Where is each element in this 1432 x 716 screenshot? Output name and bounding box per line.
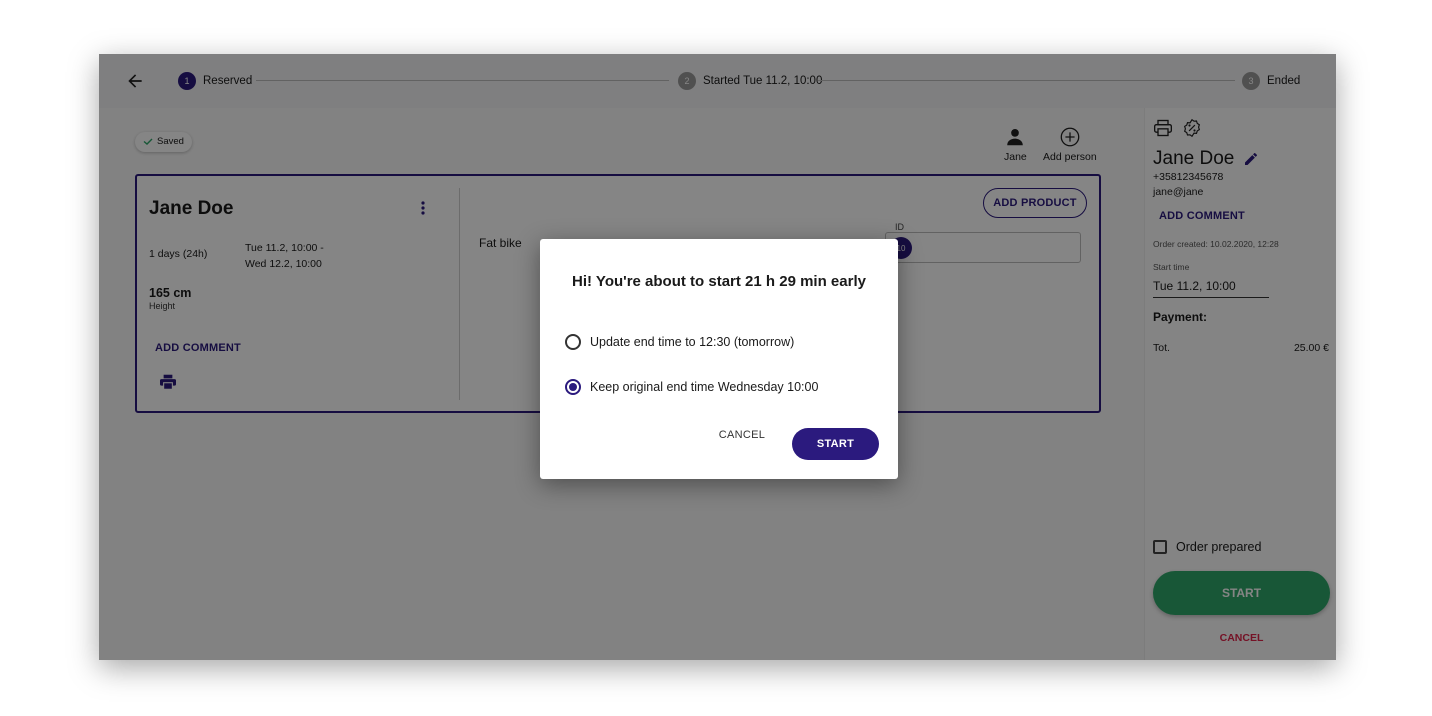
option-keep-end-time[interactable]: Keep original end time Wednesday 10:00: [565, 379, 818, 395]
dialog-title: Hi! You're about to start 21 h 29 min ea…: [572, 273, 866, 290]
radio-update-end-time[interactable]: [565, 334, 581, 350]
option-update-end-time[interactable]: Update end time to 12:30 (tomorrow): [565, 334, 794, 350]
start-early-dialog: Hi! You're about to start 21 h 29 min ea…: [540, 239, 898, 479]
dialog-cancel-button[interactable]: CANCEL: [712, 429, 772, 441]
option-label: Update end time to 12:30 (tomorrow): [590, 335, 795, 349]
app-window: 1 Reserved 2 Started Tue 11.2, 10:00 3 E…: [99, 54, 1336, 660]
radio-keep-end-time[interactable]: [565, 379, 581, 395]
dialog-start-button[interactable]: START: [792, 428, 879, 460]
option-label: Keep original end time Wednesday 10:00: [590, 380, 819, 394]
